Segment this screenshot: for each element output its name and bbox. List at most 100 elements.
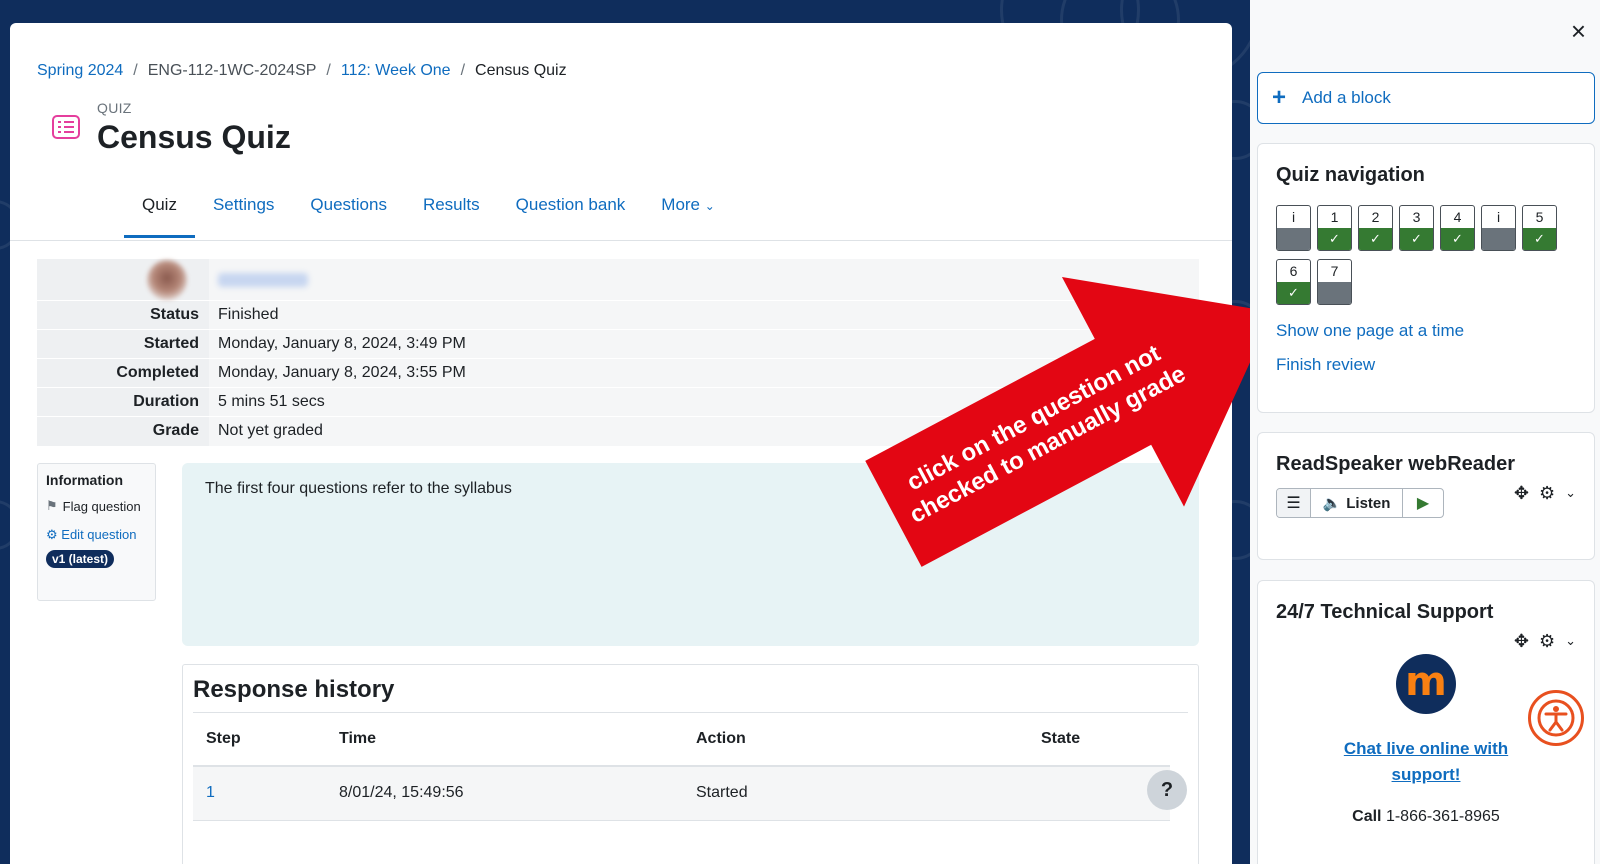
tab-questions[interactable]: Questions xyxy=(292,189,405,237)
breadcrumb-current: Census Quiz xyxy=(475,62,567,79)
check-icon: ✓ xyxy=(1277,282,1310,304)
quiz-nav-question-6[interactable]: 6 ✓ xyxy=(1276,259,1311,305)
move-icon[interactable]: ✥ xyxy=(1514,483,1529,504)
avatar[interactable] xyxy=(147,259,187,300)
column-header-time: Time xyxy=(326,713,683,767)
status-value: Finished xyxy=(209,300,1199,330)
edit-question-link[interactable]: ⚙ Edit question xyxy=(46,524,147,545)
help-button[interactable]: ? xyxy=(1147,770,1187,810)
page-title: Census Quiz xyxy=(97,119,291,155)
support-title: 24/7 Technical Support xyxy=(1276,601,1494,623)
started-label: Started xyxy=(37,329,209,359)
chevron-down-icon[interactable]: ⌄ xyxy=(1565,483,1576,504)
question-text: The first four questions refer to the sy… xyxy=(205,480,512,497)
question-info-box: Information ⚑ Flag question ⚙ Edit quest… xyxy=(37,463,156,601)
chat-link-line1: Chat live online with xyxy=(1343,739,1509,758)
quiz-icon xyxy=(52,115,80,139)
phone-number: 1-866-361-8965 xyxy=(1385,808,1500,825)
close-drawer-button[interactable]: × xyxy=(1571,16,1586,47)
chat-support-link[interactable]: Chat live online with support! xyxy=(1276,736,1576,788)
tab-more-label: More xyxy=(661,195,701,214)
quiz-nav-question-7[interactable]: 7 xyxy=(1317,259,1352,305)
response-history: Response history Step Time Action State … xyxy=(182,664,1199,864)
breadcrumb: Spring 2024 / ENG-112-1WC-2024SP / 112: … xyxy=(37,62,567,80)
show-one-page-link[interactable]: Show one page at a time xyxy=(1276,321,1576,341)
duration-value: 5 mins 51 secs xyxy=(209,387,1199,417)
breadcrumb-course[interactable]: ENG-112-1WC-2024SP xyxy=(148,62,317,80)
quiz-nav-question-3[interactable]: 3 ✓ xyxy=(1399,205,1434,251)
secondary-navigation: Quiz Settings Questions Results Question… xyxy=(124,189,733,238)
readspeaker-player: ☰ 🔈 Listen ▶ xyxy=(1276,488,1444,518)
started-value: Monday, January 8, 2024, 3:49 PM xyxy=(209,329,1199,359)
gear-icon[interactable]: ⚙ xyxy=(1539,483,1555,504)
speaker-icon: 🔈 xyxy=(1322,495,1342,512)
version-badge: v1 (latest) xyxy=(46,550,115,568)
tab-quiz[interactable]: Quiz xyxy=(124,189,195,238)
attempt-summary-table: Status Finished Started Monday, January … xyxy=(37,258,1199,446)
quiz-navigation-buttons: i 1 ✓ 2 ✓ 3 ✓ 4 ✓ i 5 ✓ 6 ✓ 7 xyxy=(1276,205,1576,305)
readspeaker-block: ReadSpeaker webReader ✥ ⚙ ⌄ ☰ 🔈 Listen ▶ xyxy=(1257,432,1595,560)
chevron-down-icon: ⌄ xyxy=(704,199,715,213)
add-block-label: Add a block xyxy=(1302,88,1391,107)
response-history-title: Response history xyxy=(193,676,395,703)
nav-divider xyxy=(10,240,1232,241)
duration-label: Duration xyxy=(37,387,209,417)
flag-question-label: Flag question xyxy=(62,498,141,514)
gear-icon: ⚙ xyxy=(46,527,58,542)
moodle-logo: m xyxy=(1396,654,1456,714)
quiz-navigation-block: Quiz navigation i 1 ✓ 2 ✓ 3 ✓ 4 ✓ i 5 ✓ 6 ✓ 7 … xyxy=(1257,143,1595,413)
finish-review-link[interactable]: Finish review xyxy=(1276,355,1576,375)
flag-icon: ⚑ xyxy=(46,498,58,513)
grade-label: Grade xyxy=(37,416,209,446)
accessibility-icon[interactable] xyxy=(1528,690,1584,746)
check-icon: ✓ xyxy=(1318,228,1351,250)
check-icon: ✓ xyxy=(1441,228,1474,250)
listen-button[interactable]: 🔈 Listen xyxy=(1311,489,1403,517)
main-content: Spring 2024 / ENG-112-1WC-2024SP / 112: … xyxy=(10,23,1232,864)
activity-type-label: QUIZ xyxy=(97,100,132,116)
add-block-button[interactable]: + Add a block xyxy=(1257,72,1595,124)
student-name-blurred[interactable] xyxy=(218,272,308,287)
readspeaker-title: ReadSpeaker webReader xyxy=(1276,453,1516,475)
info-title: Information xyxy=(46,472,123,488)
quiz-navigation-title: Quiz navigation xyxy=(1276,164,1425,186)
response-history-table: Step Time Action State 1 8/01/24, 15:49:… xyxy=(193,713,1170,821)
accessibility-figure-icon xyxy=(1537,699,1575,737)
row-time: 8/01/24, 15:49:56 xyxy=(326,766,683,821)
quiz-nav-question-5[interactable]: 5 ✓ xyxy=(1522,205,1557,251)
move-icon[interactable]: ✥ xyxy=(1514,631,1529,652)
breadcrumb-term[interactable]: Spring 2024 xyxy=(37,62,123,80)
completed-value: Monday, January 8, 2024, 3:55 PM xyxy=(209,358,1199,388)
chevron-down-icon[interactable]: ⌄ xyxy=(1565,631,1576,652)
quiz-nav-question-1[interactable]: 1 ✓ xyxy=(1317,205,1352,251)
completed-label: Completed xyxy=(37,358,209,388)
flag-question-link[interactable]: ⚑ Flag question xyxy=(46,498,147,514)
quiz-nav-question-4[interactable]: 4 ✓ xyxy=(1440,205,1475,251)
table-row: 1 8/01/24, 15:49:56 Started xyxy=(193,766,1170,821)
quiz-nav-info-1[interactable]: i xyxy=(1276,205,1311,251)
quiz-nav-info-2[interactable]: i xyxy=(1481,205,1516,251)
column-header-step: Step xyxy=(193,713,326,767)
tab-question-bank[interactable]: Question bank xyxy=(498,189,644,237)
quiz-nav-question-2[interactable]: 2 ✓ xyxy=(1358,205,1393,251)
column-header-action: Action xyxy=(683,713,1028,767)
plus-icon: + xyxy=(1272,84,1287,111)
play-icon[interactable]: ▶ xyxy=(1403,489,1443,517)
tab-results[interactable]: Results xyxy=(405,189,498,237)
edit-question-label: Edit question xyxy=(61,527,137,542)
column-header-state: State xyxy=(1028,713,1170,767)
support-phone: Call 1-866-361-8965 xyxy=(1276,808,1576,826)
chat-link-line2: support! xyxy=(1391,765,1461,784)
call-label: Call xyxy=(1352,808,1382,825)
step-link[interactable]: 1 xyxy=(206,784,215,801)
gear-icon[interactable]: ⚙ xyxy=(1539,631,1555,652)
check-icon: ✓ xyxy=(1359,228,1392,250)
check-icon: ✓ xyxy=(1400,228,1433,250)
breadcrumb-section[interactable]: 112: Week One xyxy=(341,62,451,80)
question-text-box: The first four questions refer to the sy… xyxy=(182,463,1199,646)
listen-label: Listen xyxy=(1346,494,1391,512)
tab-more[interactable]: More ⌄ xyxy=(643,189,733,237)
tab-settings[interactable]: Settings xyxy=(195,189,292,237)
status-label: Status xyxy=(37,300,209,330)
menu-icon[interactable]: ☰ xyxy=(1277,489,1311,517)
